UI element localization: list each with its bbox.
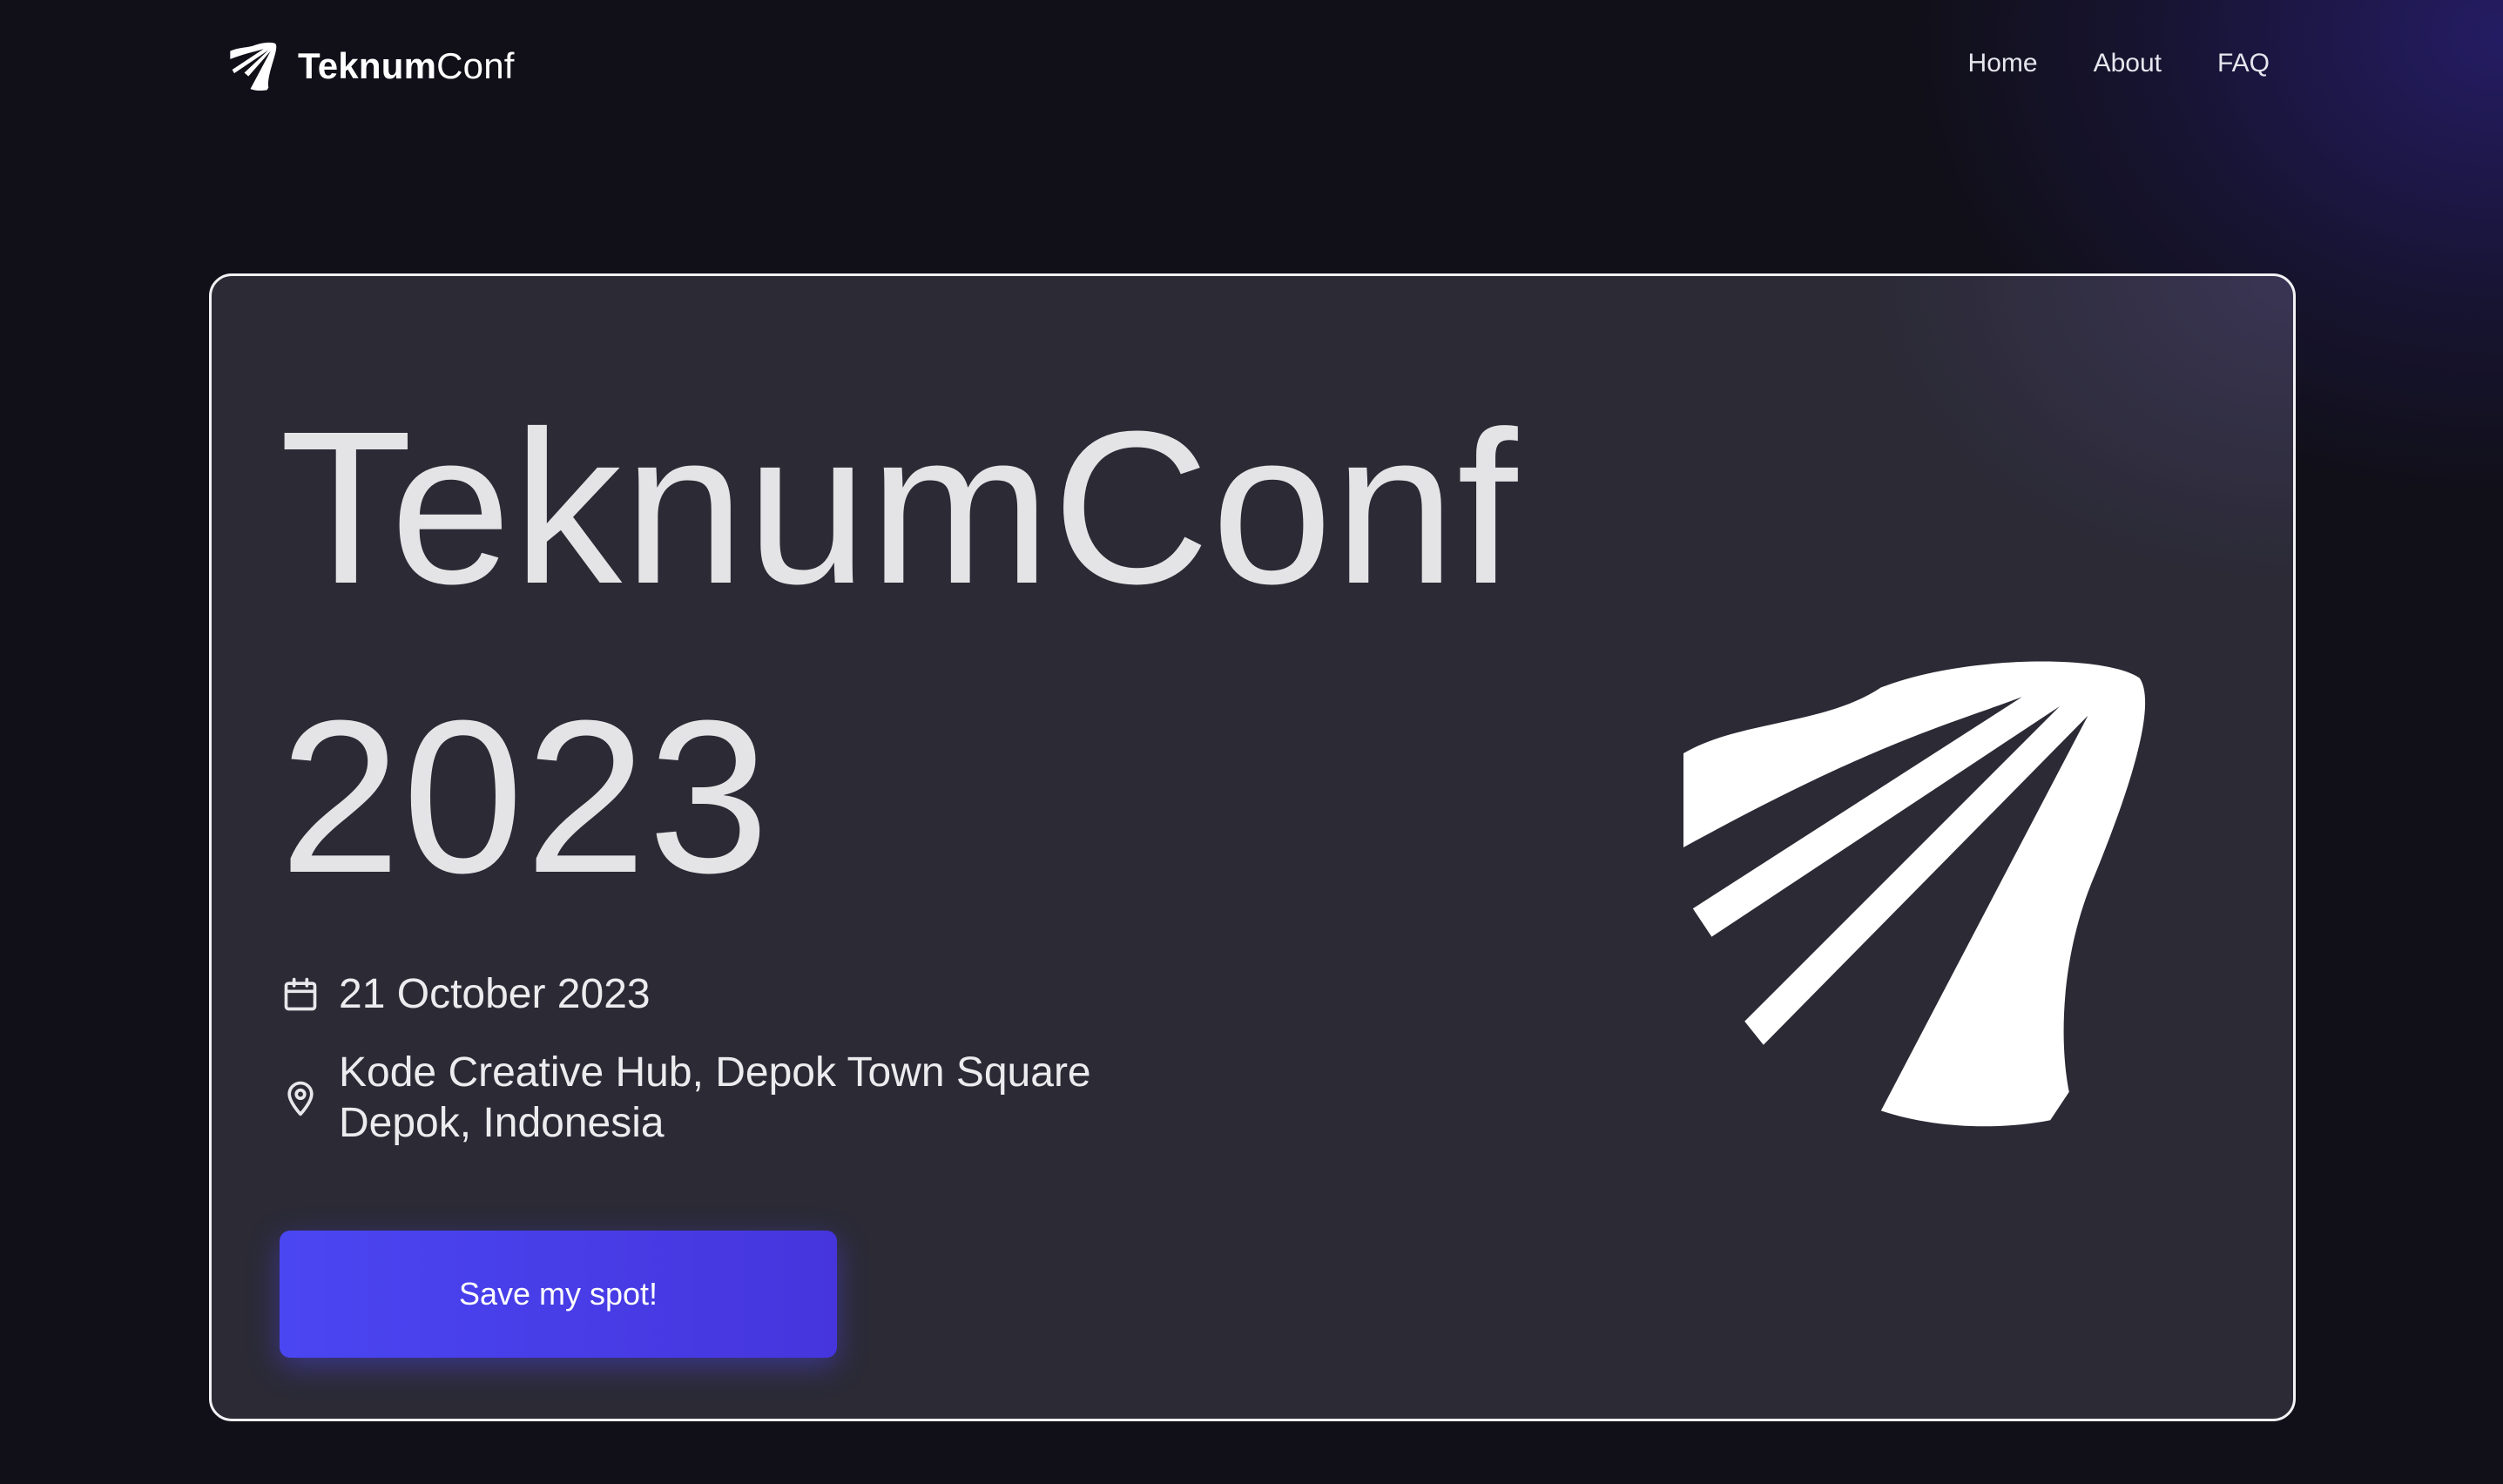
- hero-title-line-2: 2023: [280, 675, 772, 918]
- event-date-text: 21 October 2023: [339, 971, 651, 1017]
- event-location-text: Kode Creative Hub, Depok Town Square Dep…: [339, 1048, 1091, 1149]
- hero-card: TeknumConf 2023 21 October 2023 Kode Cre…: [209, 273, 2296, 1421]
- nav-link-about[interactable]: About: [2094, 51, 2162, 77]
- map-pin-icon: [287, 1081, 314, 1116]
- hero-title: TeknumConf 2023: [280, 363, 1519, 941]
- save-my-spot-button[interactable]: Save my spot!: [280, 1231, 837, 1358]
- event-location-line-2: Depok, Indonesia: [339, 1100, 665, 1146]
- brand-name-bold: Teknum: [298, 45, 437, 86]
- hero-title-line-1: TeknumConf: [280, 386, 1520, 629]
- teknumconf-logo-icon: [1683, 661, 2146, 1127]
- event-date: 21 October 2023: [281, 969, 651, 1020]
- event-location: Kode Creative Hub, Depok Town Square Dep…: [281, 1048, 1091, 1149]
- calendar-icon: [284, 977, 317, 1011]
- nav-link-home[interactable]: Home: [1968, 51, 2038, 77]
- brand-logo-link[interactable]: TeknumConf: [228, 38, 515, 94]
- event-location-line-1: Kode Creative Hub, Depok Town Square: [339, 1049, 1091, 1096]
- nav-links: Home About FAQ: [1968, 51, 2270, 77]
- teknumconf-logo-icon: [230, 42, 277, 91]
- nav-link-faq[interactable]: FAQ: [2217, 51, 2270, 77]
- brand-name-light: Conf: [436, 45, 515, 86]
- navbar: TeknumConf Home About FAQ: [0, 0, 2503, 131]
